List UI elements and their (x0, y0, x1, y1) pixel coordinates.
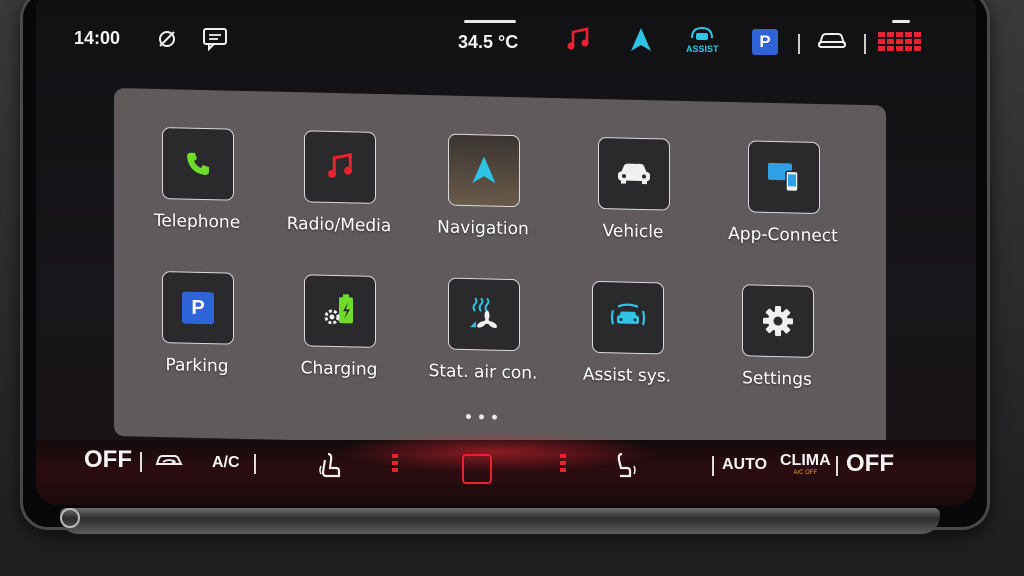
left-seat-heat-level[interactable] (392, 454, 398, 472)
page-dot[interactable] (466, 413, 471, 420)
power-icon[interactable] (60, 508, 80, 528)
app-tile (448, 133, 520, 208)
right-seat-heat-level[interactable] (560, 454, 566, 472)
climate-divider (254, 454, 256, 474)
app-label: Parking (165, 355, 229, 377)
assist-icon (610, 303, 646, 326)
phone-icon (187, 152, 209, 176)
parking-icon: P (182, 291, 214, 325)
climate-center-button[interactable] (462, 454, 492, 484)
app-app-connect[interactable]: App-Connect (710, 140, 860, 263)
app-label: Vehicle (602, 221, 664, 243)
app-settings[interactable]: Settings (704, 283, 854, 406)
app-stat-air-con[interactable]: Stat. air con. (410, 277, 560, 400)
status-bar: 14:00 34.5 °C ASSIST P (36, 18, 976, 62)
app-launcher-panel: Telephone Radio/Media Navigation Vehicle (114, 88, 886, 454)
auto-button[interactable]: AUTO (722, 456, 767, 474)
status-divider (798, 34, 800, 54)
app-telephone[interactable]: Telephone (124, 126, 274, 249)
dashboard-trim (60, 508, 940, 534)
climate-divider (712, 456, 714, 476)
air-con-icon (470, 297, 498, 328)
app-label: Assist sys. (582, 364, 672, 387)
assist-status[interactable]: ASSIST (686, 24, 719, 54)
app-connect-icon (768, 162, 799, 193)
climate-divider (836, 456, 838, 476)
app-label: Stat. air con. (428, 361, 538, 384)
app-vehicle[interactable]: Vehicle (560, 136, 710, 259)
app-tile (748, 140, 820, 215)
app-label: Navigation (437, 217, 529, 240)
app-navigation[interactable]: Navigation (410, 133, 560, 256)
climate-glow (336, 432, 656, 472)
page-indicator[interactable] (466, 413, 497, 420)
clima-button[interactable]: CLIMA A/C OFF (780, 452, 831, 476)
page-dot[interactable] (492, 414, 497, 420)
air-recirculation-icon[interactable] (154, 452, 184, 470)
app-label: Charging (300, 358, 378, 380)
parking-letter: P (191, 296, 205, 319)
app-parking[interactable]: P Parking (124, 270, 274, 393)
app-charging[interactable]: Charging (266, 273, 416, 396)
message-icon[interactable] (202, 27, 228, 51)
music-note-icon[interactable] (564, 26, 592, 54)
clima-label: CLIMA (780, 452, 831, 469)
status-divider (864, 34, 866, 54)
app-label: Settings (742, 368, 812, 390)
app-radio-media[interactable]: Radio/Media (266, 129, 416, 252)
climate-divider (140, 452, 142, 472)
infotainment-screen: 14:00 34.5 °C ASSIST P Telephone Radio/M… (36, 0, 976, 505)
app-tile (598, 136, 670, 211)
app-tile (742, 284, 814, 358)
car-icon[interactable] (816, 30, 848, 50)
charging-icon (324, 294, 353, 325)
gear-icon (763, 306, 793, 337)
clock: 14:00 (74, 28, 121, 48)
car-front-icon (618, 163, 650, 185)
parking-icon[interactable]: P (752, 29, 778, 55)
right-off-button[interactable]: OFF (846, 450, 894, 478)
app-tile (448, 277, 520, 352)
app-tile: P (162, 271, 234, 345)
assist-icon (691, 26, 714, 40)
navigation-arrow-icon[interactable] (628, 26, 654, 54)
app-label: Radio/Media (286, 213, 392, 237)
ac-button[interactable]: A/C (212, 454, 240, 472)
left-seat-heat-icon[interactable] (318, 452, 342, 480)
page-dot[interactable] (479, 414, 484, 420)
app-tile (304, 274, 376, 348)
app-tile (304, 130, 376, 204)
app-tile (592, 280, 664, 355)
right-seat-heat-icon[interactable] (616, 452, 640, 480)
music-note-icon (328, 152, 352, 178)
left-off-button[interactable]: OFF (84, 446, 132, 474)
app-label: App-Connect (728, 223, 838, 247)
app-tile (162, 127, 234, 201)
navigation-arrow-icon (472, 156, 496, 184)
app-assist-sys[interactable]: Assist sys. (554, 280, 704, 403)
parking-letter: P (759, 32, 771, 51)
assist-label: ASSIST (686, 44, 719, 54)
no-location-icon[interactable] (156, 28, 178, 50)
app-label: Telephone (153, 210, 241, 233)
outside-temperature: 34.5 °C (458, 32, 519, 52)
climate-bar: OFF A/C AUTO CLIMA A/C OFF OFF (36, 432, 976, 505)
clima-sub-label: A/C OFF (793, 470, 818, 476)
grid-menu-icon[interactable] (878, 32, 922, 52)
